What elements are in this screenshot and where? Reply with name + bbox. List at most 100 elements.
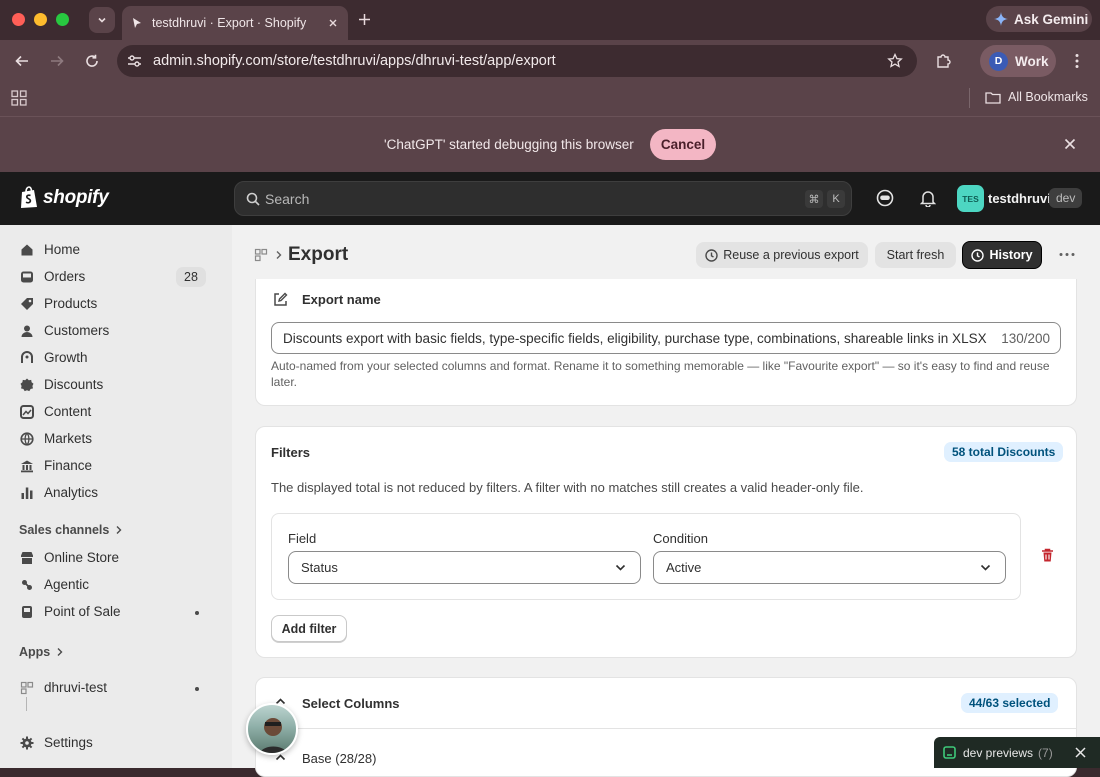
sidebar-item-products[interactable]: Products	[20, 296, 97, 311]
dev-previews-count: (7)	[1038, 745, 1053, 760]
sidebar-item-home[interactable]: Home	[20, 242, 80, 257]
notifications-bell-icon[interactable]	[920, 189, 936, 207]
sidebar-item-orders[interactable]: Orders	[20, 269, 85, 284]
field-select[interactable]: Status	[288, 551, 641, 584]
app-icon	[20, 681, 34, 695]
sidebar-item-markets[interactable]: Markets	[20, 431, 92, 446]
minimize-window-button[interactable]	[34, 13, 47, 26]
sidebar-item-point-of-sale[interactable]: Point of Sale	[20, 604, 121, 619]
sidebar-item-label: Analytics	[44, 485, 99, 500]
site-settings-icon[interactable]	[127, 54, 142, 68]
add-filter-label: Add filter	[281, 621, 337, 636]
export-name-heading: Export name	[302, 292, 381, 307]
export-name-input[interactable]: Discounts export with basic fields, type…	[271, 322, 1061, 354]
extensions-icon[interactable]	[935, 52, 952, 69]
profile-avatar: D	[989, 51, 1008, 71]
shopify-wordmark: shopify	[43, 186, 109, 208]
browser-tab[interactable]: testdhruvi · Export · Shopify	[122, 6, 348, 40]
favicon-icon	[133, 18, 141, 28]
sidebar-item-settings[interactable]: Settings	[20, 735, 93, 750]
url-text: admin.shopify.com/store/testdhruvi/apps/…	[153, 53, 556, 69]
sidebar-item-dhruvi-test[interactable]: dhruvi-test	[20, 680, 107, 695]
search-icon	[246, 192, 260, 206]
condition-select[interactable]: Active	[653, 551, 1006, 584]
sidebar-item-growth[interactable]: Growth	[20, 350, 88, 365]
app-breadcrumb-icon[interactable]	[254, 248, 268, 262]
sales-channels-heading[interactable]: Sales channels	[19, 523, 123, 537]
search-input[interactable]: Search ⌘ K	[234, 181, 852, 216]
orders-inbox-icon	[20, 270, 34, 284]
chevron-down-icon	[98, 17, 106, 23]
main-content: Export Reuse a previous export Start fre…	[232, 225, 1100, 777]
close-icon[interactable]	[1075, 747, 1086, 758]
reuse-previous-export-button[interactable]: Reuse a previous export	[696, 242, 868, 268]
sidebar-item-discounts[interactable]: Discounts	[20, 377, 103, 392]
tab-search-button[interactable]	[89, 7, 115, 33]
chevron-right-icon	[276, 251, 282, 259]
tag-icon	[20, 297, 34, 311]
apps-grid-icon[interactable]	[11, 90, 27, 106]
dev-previews-bar[interactable]: dev previews (7)	[934, 737, 1100, 768]
delete-filter-icon[interactable]	[1041, 548, 1054, 563]
debug-message: 'ChatGPT' started debugging this browser	[384, 137, 634, 152]
store-avatar[interactable]: TES	[957, 185, 984, 212]
sidebar-item-label: Content	[44, 404, 92, 419]
store-name[interactable]: testdhruvi	[988, 191, 1051, 206]
sidebar-item-finance[interactable]: Finance	[20, 458, 92, 473]
ask-gemini-button[interactable]: Ask Gemini	[986, 6, 1092, 32]
discount-icon	[20, 378, 34, 392]
back-arrow-icon[interactable]	[15, 54, 29, 68]
sales-channels-label: Sales channels	[19, 523, 110, 537]
profile-chip[interactable]: D Work	[980, 45, 1056, 77]
sidebar-item-label: Customers	[44, 323, 110, 338]
preview-icon	[943, 746, 956, 759]
address-bar[interactable]: admin.shopify.com/store/testdhruvi/apps/…	[117, 45, 917, 77]
shopify-logo[interactable]: shopify	[19, 186, 109, 209]
user-avatar-bubble[interactable]	[246, 703, 298, 755]
all-bookmarks-button[interactable]: All Bookmarks	[985, 90, 1088, 104]
debug-cancel-button[interactable]: Cancel	[650, 129, 716, 160]
shortcut-cmd-key: ⌘	[805, 190, 823, 208]
history-label: History	[989, 248, 1033, 262]
close-infobar-icon[interactable]	[1064, 138, 1076, 150]
new-tab-icon[interactable]	[358, 13, 371, 26]
sidebar-item-label: Orders	[44, 269, 86, 284]
bar-chart-icon	[20, 486, 34, 500]
close-window-button[interactable]	[12, 13, 25, 26]
growth-icon	[20, 350, 34, 365]
add-filter-button[interactable]: Add filter	[271, 615, 347, 642]
history-button[interactable]: History	[962, 241, 1042, 269]
sidebar-item-online-store[interactable]: Online Store	[20, 550, 119, 565]
more-actions-icon[interactable]	[1059, 252, 1075, 257]
apps-heading[interactable]: Apps	[19, 645, 64, 659]
reload-icon[interactable]	[85, 54, 99, 68]
sidebar-item-label: Markets	[44, 431, 93, 446]
bookmark-star-icon[interactable]	[887, 53, 903, 69]
start-fresh-button[interactable]: Start fresh	[875, 242, 956, 268]
edit-icon	[274, 292, 288, 306]
sidebar-item-label: Growth	[44, 350, 88, 365]
page-title: Export	[288, 244, 349, 265]
export-name-value: Discounts export with basic fields, type…	[283, 331, 987, 346]
dev-previews-label: dev previews	[963, 745, 1034, 760]
sidebar-item-agentic[interactable]: Agentic	[20, 577, 89, 592]
close-tab-icon[interactable]	[328, 18, 338, 28]
field-select-value: Status	[301, 560, 338, 575]
sidekick-icon[interactable]	[876, 189, 894, 207]
sidebar-item-label: Agentic	[44, 577, 90, 592]
shopify-top-bar: shopify Search ⌘ K TES testdhruvi dev	[0, 172, 1100, 225]
filters-heading: Filters	[271, 445, 311, 460]
total-discounts-badge: 58 total Discounts	[944, 442, 1064, 462]
forward-arrow-icon[interactable]	[50, 54, 64, 68]
sidebar-item-content[interactable]: Content	[20, 404, 91, 419]
agentic-icon	[20, 578, 34, 592]
gear-icon	[20, 736, 34, 750]
start-fresh-label: Start fresh	[886, 248, 945, 262]
sidebar-item-analytics[interactable]: Analytics	[20, 485, 98, 500]
chevron-right-icon	[116, 526, 122, 534]
chevron-down-icon	[980, 564, 991, 571]
chevron-down-icon	[615, 564, 626, 571]
sidebar-item-customers[interactable]: Customers	[20, 323, 109, 338]
maximize-window-button[interactable]	[56, 13, 69, 26]
more-menu-icon[interactable]	[1072, 53, 1082, 69]
